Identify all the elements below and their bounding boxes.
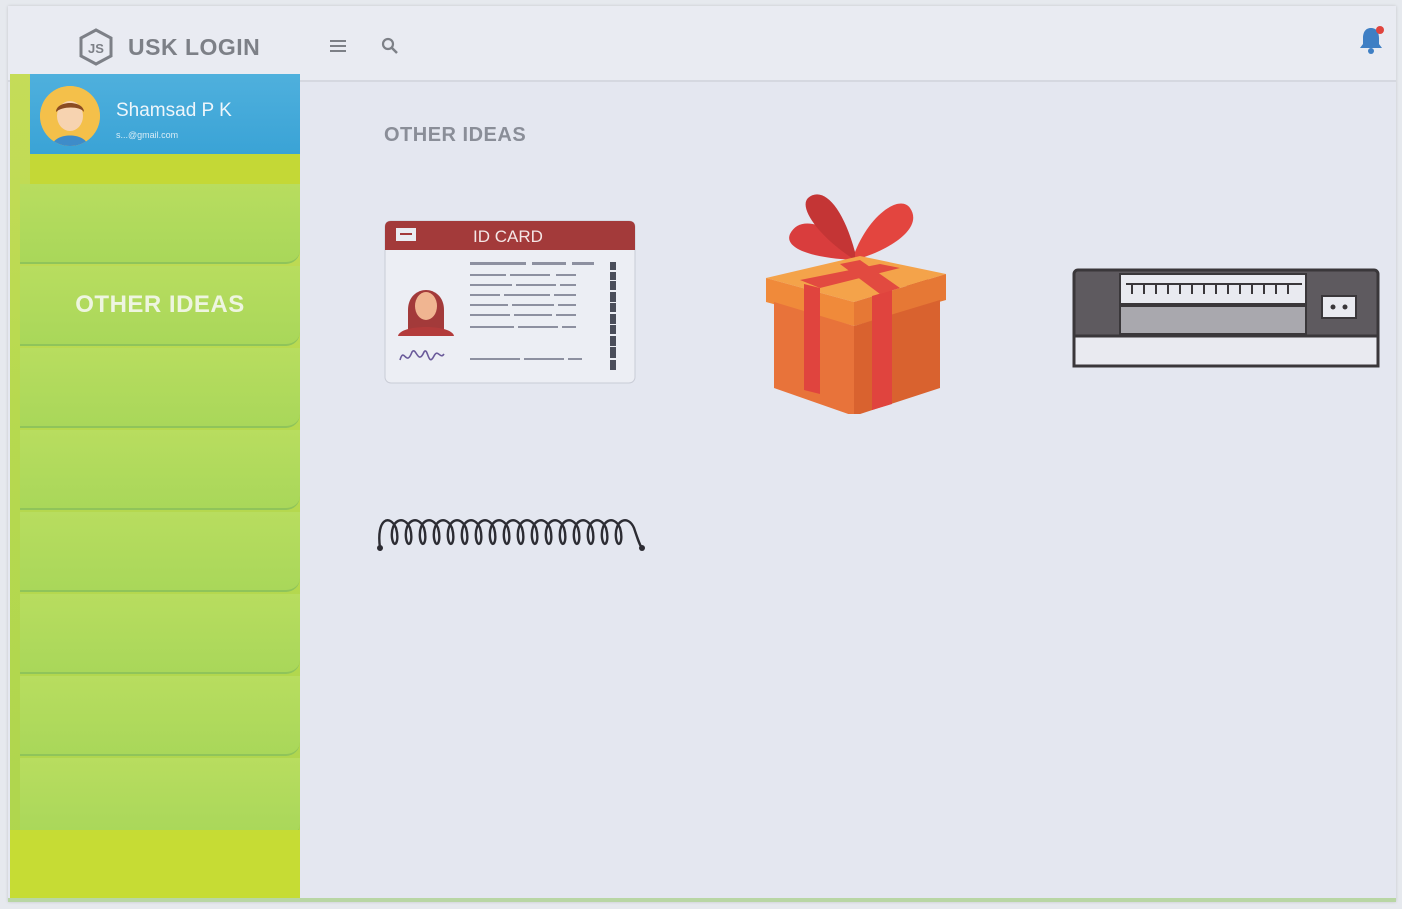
sidebar-item-other-ideas[interactable]: OTHER IDEAS — [20, 266, 300, 346]
sidebar-item-8[interactable] — [20, 758, 300, 838]
main-content: OTHER IDEAS ID CARD — [300, 84, 1396, 902]
user-profile[interactable]: Shamsad P K s...@gmail.com — [30, 74, 300, 154]
sidebar-item-label: OTHER IDEAS — [75, 291, 245, 318]
avatar — [40, 86, 100, 146]
bell-icon[interactable] — [1356, 24, 1386, 56]
sidebar-nav: OTHER IDEAS — [20, 184, 300, 840]
sidebar: Shamsad P K s...@gmail.com OTHER IDEAS — [10, 74, 300, 902]
sidebar-item-4[interactable] — [20, 430, 300, 510]
sidebar-item-5[interactable] — [20, 512, 300, 592]
profile-name: Shamsad P K — [116, 100, 232, 121]
id-card-icon: ID CARD — [384, 220, 636, 384]
profile-email: s...@gmail.com — [116, 130, 179, 140]
js-hexagon-icon[interactable]: JS — [78, 28, 114, 66]
laminator-icon — [1072, 268, 1380, 368]
spiral-binding-icon — [377, 519, 645, 551]
bottom-border — [8, 898, 1396, 902]
search-icon[interactable] — [378, 34, 402, 58]
top-bar: JS USK LOGIN — [8, 6, 1396, 82]
gift-box-icon — [766, 194, 946, 416]
sidebar-item-3[interactable] — [20, 348, 300, 428]
hamburger-menu-icon[interactable] — [326, 36, 350, 56]
sidebar-item-6[interactable] — [20, 594, 300, 674]
gift-tile[interactable] — [760, 184, 950, 416]
app-window: JS USK LOGIN Shamsad P K s...@gmail.com … — [8, 6, 1396, 902]
laminator-tile[interactable] — [1070, 254, 1382, 380]
sidebar-footer — [10, 830, 300, 902]
profile-divider — [30, 154, 300, 184]
sidebar-item-1[interactable] — [20, 184, 300, 264]
app-title[interactable]: USK LOGIN — [128, 34, 260, 61]
page-title: OTHER IDEAS — [384, 124, 527, 146]
svg-text:JS: JS — [88, 41, 104, 56]
id-card-label: ID CARD — [473, 227, 543, 246]
sidebar-item-7[interactable] — [20, 676, 300, 756]
spiral-binding-tile[interactable] — [370, 498, 654, 558]
id-card-tile[interactable]: ID CARD — [384, 220, 636, 384]
